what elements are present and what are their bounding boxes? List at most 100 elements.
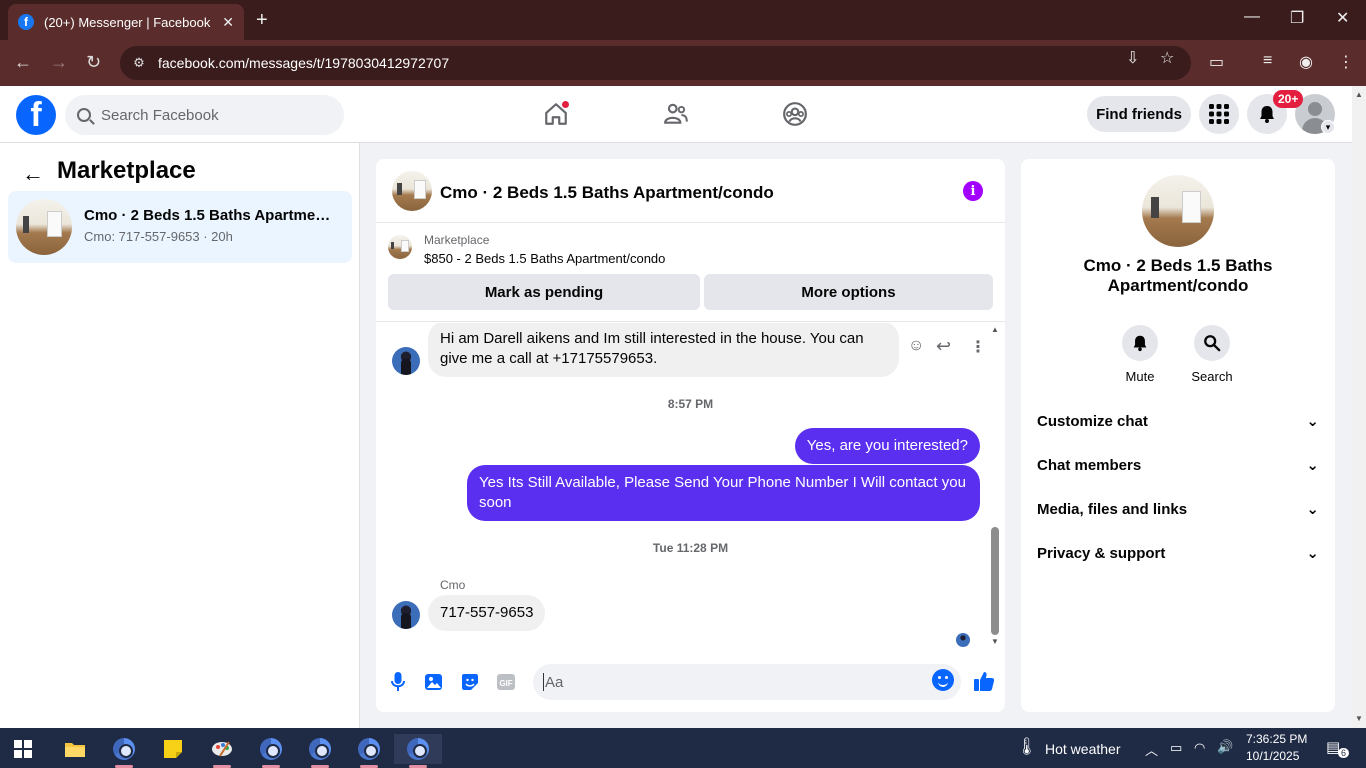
timestamp: 8:57 PM bbox=[667, 397, 714, 411]
marketplace-inbox-sidebar: ← Marketplace Cmo · 2 Beds 1.5 Baths Apa… bbox=[0, 143, 360, 728]
sender-avatar[interactable] bbox=[392, 601, 420, 629]
mute-label: Mute bbox=[1125, 369, 1155, 384]
friends-nav-icon[interactable] bbox=[660, 98, 692, 130]
windows-taskbar: 🌡 Hot weather ︿ ▭ ◠ 🔊 7:36:25 PM 10/1/20… bbox=[0, 728, 1366, 768]
menu-grid-button[interactable] bbox=[1199, 94, 1239, 134]
details-title[interactable]: Cmo · 2 Beds 1.5 Baths Apartment/condo bbox=[1021, 256, 1335, 296]
cast-icon[interactable]: ▭ bbox=[1209, 52, 1224, 72]
site-info-icon[interactable]: ⚙ bbox=[130, 54, 148, 72]
browser-profile-icon[interactable]: ◉ bbox=[1299, 52, 1313, 72]
install-app-icon[interactable]: ⇩ bbox=[1126, 48, 1139, 68]
facebook-logo[interactable]: f bbox=[16, 95, 56, 135]
react-emoji-icon[interactable]: ☺ bbox=[908, 337, 924, 355]
listing-banner: Marketplace $850 - 2 Beds 1.5 Baths Apar… bbox=[376, 223, 1005, 322]
back-icon[interactable]: ← bbox=[14, 52, 32, 73]
minimize-icon[interactable]: — bbox=[1244, 8, 1260, 26]
conversation-list-item[interactable]: Cmo · 2 Beds 1.5 Baths Apartment/condo C… bbox=[8, 191, 352, 263]
outgoing-message[interactable]: Yes, are you interested? bbox=[794, 428, 980, 464]
timestamp: Tue 11:28 PM bbox=[652, 541, 729, 555]
svg-text:GIF: GIF bbox=[499, 679, 512, 688]
window-close-icon[interactable]: ✕ bbox=[1336, 8, 1349, 28]
notification-count: 6 bbox=[1338, 748, 1350, 758]
details-listing-thumbnail[interactable] bbox=[1142, 175, 1214, 247]
privacy-support-section[interactable]: Privacy & support ⌄ bbox=[1037, 541, 1319, 565]
photo-icon[interactable] bbox=[424, 672, 444, 692]
message-input[interactable]: Aa bbox=[533, 664, 961, 700]
section-label: Privacy & support bbox=[1037, 544, 1166, 562]
back-arrow-icon[interactable]: ← bbox=[22, 161, 44, 187]
listing-price[interactable]: $850 - 2 Beds 1.5 Baths Apartment/condo bbox=[424, 251, 665, 266]
battery-icon[interactable]: ▭ bbox=[1170, 740, 1182, 756]
gif-icon[interactable]: GIF bbox=[496, 672, 516, 692]
outgoing-message[interactable]: Yes Its Still Available, Please Send You… bbox=[467, 465, 980, 521]
chrome-profile-icon-active[interactable] bbox=[394, 734, 442, 768]
clock-date[interactable]: 10/1/2025 bbox=[1246, 749, 1299, 763]
sender-avatar[interactable] bbox=[392, 347, 420, 375]
read-receipt-avatar bbox=[956, 633, 970, 647]
reply-icon[interactable]: ↩ bbox=[936, 336, 951, 357]
browser-menu-icon[interactable]: ⋮ bbox=[1338, 52, 1354, 72]
bell-icon bbox=[1133, 335, 1147, 352]
volume-icon[interactable]: 🔊 bbox=[1217, 739, 1233, 755]
chat-listing-thumbnail[interactable] bbox=[392, 171, 432, 211]
account-chevron-icon[interactable]: ▾ bbox=[1321, 120, 1335, 134]
tray-chevron-up-icon[interactable]: ︿ bbox=[1145, 740, 1158, 759]
search-placeholder: Search Facebook bbox=[101, 106, 219, 124]
bell-icon bbox=[1260, 106, 1274, 123]
new-tab-icon[interactable]: + bbox=[256, 10, 268, 30]
mark-as-pending-button[interactable]: Mark as pending bbox=[388, 274, 700, 310]
wifi-icon[interactable]: ◠ bbox=[1194, 740, 1205, 756]
grid-icon bbox=[1209, 104, 1229, 124]
chrome-profile-icon[interactable] bbox=[105, 734, 143, 768]
home-notification-dot bbox=[561, 100, 570, 109]
chat-members-section[interactable]: Chat members ⌄ bbox=[1037, 453, 1319, 477]
file-explorer-icon[interactable] bbox=[56, 734, 94, 764]
home-nav-icon[interactable] bbox=[540, 98, 572, 130]
chrome-profile-icon[interactable] bbox=[301, 734, 339, 768]
section-label: Media, files and links bbox=[1037, 500, 1188, 518]
search-icon bbox=[1204, 335, 1221, 352]
emoji-icon[interactable] bbox=[932, 669, 954, 691]
message-scrollbar[interactable]: ▲ ▼ bbox=[988, 325, 1002, 647]
sticker-icon[interactable] bbox=[460, 672, 480, 692]
chat-header: Cmo · 2 Beds 1.5 Baths Apartment/condo i bbox=[376, 159, 1005, 223]
forward-icon[interactable]: → bbox=[50, 52, 68, 73]
url-text: facebook.com/messages/t/1978030412972707 bbox=[158, 55, 450, 71]
facebook-search-input[interactable]: Search Facebook bbox=[65, 95, 344, 135]
chrome-profile-icon[interactable] bbox=[350, 734, 388, 768]
address-toolbar: ← → ↻ ⚙ facebook.com/messages/t/19780304… bbox=[0, 40, 1366, 86]
media-files-links-section[interactable]: Media, files and links ⌄ bbox=[1037, 497, 1319, 521]
weather-label[interactable]: Hot weather bbox=[1045, 741, 1120, 757]
chat-title[interactable]: Cmo · 2 Beds 1.5 Baths Apartment/condo bbox=[440, 183, 774, 203]
incoming-message[interactable]: 717-557-9653 bbox=[428, 595, 546, 631]
message-more-icon[interactable]: ⋮ bbox=[970, 337, 986, 357]
info-icon[interactable]: i bbox=[963, 181, 983, 201]
customize-chat-section[interactable]: Customize chat ⌄ bbox=[1037, 409, 1319, 433]
browser-tab[interactable]: f (20+) Messenger | Facebook ✕ bbox=[8, 4, 244, 40]
address-bar[interactable]: ⚙ facebook.com/messages/t/19780304129727… bbox=[120, 46, 1191, 80]
page-scrollbar[interactable]: ▲ ▼ bbox=[1352, 86, 1366, 728]
thumbs-up-icon[interactable] bbox=[972, 669, 996, 693]
close-tab-icon[interactable]: ✕ bbox=[222, 14, 234, 31]
find-friends-button[interactable]: Find friends bbox=[1087, 96, 1191, 132]
section-label: Customize chat bbox=[1037, 412, 1148, 430]
scroll-thumb[interactable] bbox=[991, 527, 999, 635]
sticky-notes-icon[interactable] bbox=[154, 734, 192, 764]
paint-app-icon[interactable] bbox=[203, 734, 241, 768]
bookmark-star-icon[interactable]: ☆ bbox=[1160, 48, 1174, 68]
media-control-icon[interactable]: ≡ bbox=[1263, 52, 1272, 70]
search-in-conversation-button[interactable]: Search bbox=[1182, 325, 1242, 384]
groups-nav-icon[interactable] bbox=[779, 98, 811, 130]
thermometer-icon[interactable]: 🌡 bbox=[1016, 737, 1038, 757]
chrome-profile-icon[interactable] bbox=[252, 734, 290, 768]
listing-mini-thumbnail[interactable] bbox=[388, 235, 412, 259]
reload-icon[interactable]: ↻ bbox=[86, 52, 101, 73]
microphone-icon[interactable] bbox=[388, 672, 408, 692]
clock-time[interactable]: 7:36:25 PM bbox=[1246, 732, 1307, 746]
mute-button[interactable]: Mute bbox=[1110, 325, 1170, 384]
restore-icon[interactable]: ❐ bbox=[1290, 8, 1304, 28]
facebook-favicon-icon: f bbox=[18, 14, 34, 30]
windows-start-icon[interactable] bbox=[4, 734, 42, 764]
more-options-button[interactable]: More options bbox=[704, 274, 993, 310]
incoming-message[interactable]: Hi am Darell aikens and Im still interes… bbox=[428, 323, 899, 377]
